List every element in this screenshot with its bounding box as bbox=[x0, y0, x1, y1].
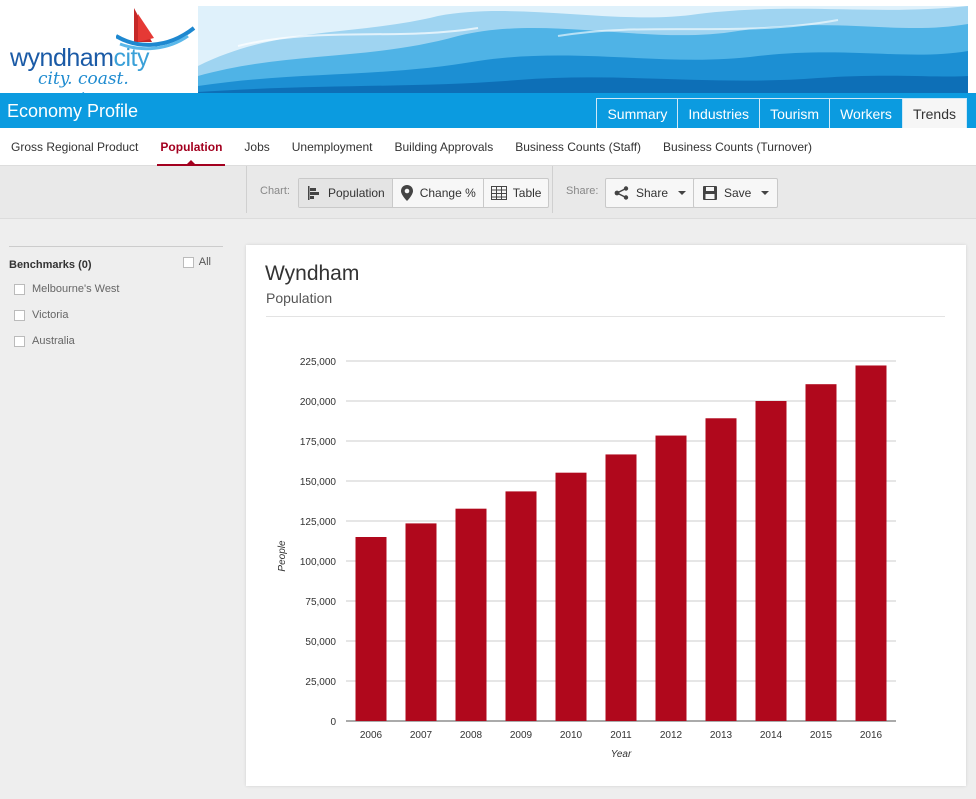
bar-chart-icon bbox=[308, 186, 319, 200]
wave-banner-image bbox=[198, 6, 968, 93]
subnav-gross-regional-product[interactable]: Gross Regional Product bbox=[0, 128, 149, 166]
bar bbox=[805, 384, 837, 721]
benchmarks-all-checkbox[interactable]: All bbox=[182, 256, 211, 268]
y-axis-title: People bbox=[277, 540, 288, 572]
profile-title[interactable]: Economy Profile bbox=[7, 101, 138, 122]
bar bbox=[855, 365, 887, 721]
share-button-label: Share bbox=[636, 186, 669, 200]
toolbar-divider bbox=[552, 166, 553, 213]
save-disk-icon bbox=[703, 186, 717, 200]
bar bbox=[405, 523, 437, 721]
chart-type-group: Population Change % Table bbox=[298, 178, 550, 208]
y-tick-label: 50,000 bbox=[305, 637, 336, 648]
x-tick-label: 2016 bbox=[860, 730, 883, 741]
benchmark-melbournes-west[interactable]: Melbourne's West bbox=[9, 276, 223, 302]
save-button-label: Save bbox=[724, 186, 752, 200]
benchmark-label: Victoria bbox=[32, 309, 69, 321]
subnav-building-approvals[interactable]: Building Approvals bbox=[383, 128, 504, 166]
y-tick-label: 150,000 bbox=[300, 477, 337, 488]
bar bbox=[655, 435, 687, 721]
wyndham-city-logo[interactable]: wyndhamcity city. coast. country bbox=[6, 6, 196, 93]
tab-workers[interactable]: Workers bbox=[829, 98, 903, 128]
x-tick-label: 2015 bbox=[810, 730, 833, 741]
logo-tagline: city. coast. country bbox=[38, 69, 129, 93]
x-tick-label: 2010 bbox=[560, 730, 583, 741]
toolbar-divider bbox=[246, 166, 247, 213]
subnav-population[interactable]: Population bbox=[149, 128, 233, 166]
y-tick-label: 100,000 bbox=[300, 557, 337, 568]
share-icon bbox=[614, 186, 629, 200]
tab-industries[interactable]: Industries bbox=[677, 98, 761, 128]
chart-change-percent-label: Change % bbox=[419, 186, 476, 200]
share-button[interactable]: Share bbox=[605, 178, 696, 208]
checkbox[interactable] bbox=[14, 283, 25, 295]
y-tick-label: 0 bbox=[330, 717, 336, 728]
chart-card: Wyndham Population 0 25,000 50,000 75,000 10… bbox=[246, 245, 966, 786]
chart-population-label: Population bbox=[328, 186, 385, 200]
chevron-down-icon bbox=[678, 191, 687, 195]
logo-name-suffix: city bbox=[113, 44, 150, 72]
x-tick-label: 2007 bbox=[410, 730, 433, 741]
x-tick-label: 2013 bbox=[710, 730, 733, 741]
y-tick-label: 125,000 bbox=[300, 517, 337, 528]
population-bar-chart: 0 25,000 50,000 75,000 100,000 125,000 150,000… bbox=[277, 357, 896, 760]
x-axis-title: Year bbox=[611, 749, 632, 760]
benchmark-australia[interactable]: Australia bbox=[9, 328, 223, 354]
benchmark-label: Melbourne's West bbox=[32, 283, 120, 295]
chart-table-button[interactable]: Table bbox=[484, 179, 549, 207]
y-tick-label: 175,000 bbox=[300, 437, 337, 448]
bar bbox=[355, 537, 387, 721]
profile-nav-bar: Economy Profile Summary Industries Touri… bbox=[0, 93, 976, 128]
chart-change-percent-button[interactable]: Change % bbox=[393, 179, 484, 207]
bar bbox=[555, 472, 587, 721]
table-icon bbox=[490, 186, 507, 200]
map-pin-icon bbox=[400, 185, 413, 201]
chart-toolbar: Chart: Population Change % Table Share: … bbox=[0, 166, 976, 219]
x-tick-label: 2009 bbox=[510, 730, 533, 741]
bar bbox=[505, 491, 537, 721]
checkbox[interactable] bbox=[14, 309, 25, 321]
subnav-jobs[interactable]: Jobs bbox=[233, 128, 280, 166]
benchmarks-panel: Benchmarks (0) All Melbourne's West Vict… bbox=[9, 246, 223, 354]
chevron-down-icon bbox=[761, 191, 770, 195]
share-label: Share: bbox=[566, 185, 599, 197]
x-tick-label: 2008 bbox=[460, 730, 483, 741]
logo-name-main: wyndham bbox=[10, 44, 114, 72]
x-tick-label: 2011 bbox=[610, 730, 632, 741]
tab-summary[interactable]: Summary bbox=[596, 98, 679, 128]
header-banner: wyndhamcity city. coast. country bbox=[0, 0, 976, 93]
bar bbox=[455, 508, 487, 721]
subnav-business-counts-staff[interactable]: Business Counts (Staff) bbox=[504, 128, 652, 166]
x-tick-label: 2006 bbox=[360, 730, 383, 741]
chart-table-label: Table bbox=[512, 186, 542, 200]
x-tick-label: 2012 bbox=[660, 730, 683, 741]
sub-nav: Gross Regional Product Population Jobs U… bbox=[0, 128, 976, 166]
benchmarks-title: Benchmarks (0) bbox=[9, 259, 92, 271]
tab-trends[interactable]: Trends bbox=[901, 98, 967, 128]
checkbox[interactable] bbox=[14, 335, 25, 347]
y-tick-label: 225,000 bbox=[300, 357, 337, 368]
bar bbox=[755, 401, 787, 721]
subnav-business-counts-turnover[interactable]: Business Counts (Turnover) bbox=[652, 128, 823, 166]
benchmarks-header: Benchmarks (0) All bbox=[9, 246, 223, 276]
bar bbox=[605, 454, 637, 721]
y-tick-label: 25,000 bbox=[305, 677, 336, 688]
bar bbox=[705, 418, 737, 721]
tab-tourism[interactable]: Tourism bbox=[759, 98, 831, 128]
y-tick-label: 75,000 bbox=[305, 597, 336, 608]
subnav-unemployment[interactable]: Unemployment bbox=[281, 128, 384, 166]
chart-label: Chart: bbox=[260, 185, 290, 197]
top-tabs: Summary Industries Tourism Workers Trend… bbox=[596, 98, 967, 128]
x-tick-label: 2014 bbox=[760, 730, 783, 741]
benchmark-victoria[interactable]: Victoria bbox=[9, 302, 223, 328]
y-tick-label: 200,000 bbox=[300, 397, 337, 408]
checkbox[interactable] bbox=[182, 256, 194, 268]
chart-population-button[interactable]: Population bbox=[299, 179, 393, 207]
save-button[interactable]: Save bbox=[693, 178, 779, 208]
benchmark-label: Australia bbox=[32, 335, 75, 347]
benchmarks-all-label: All bbox=[198, 256, 211, 268]
